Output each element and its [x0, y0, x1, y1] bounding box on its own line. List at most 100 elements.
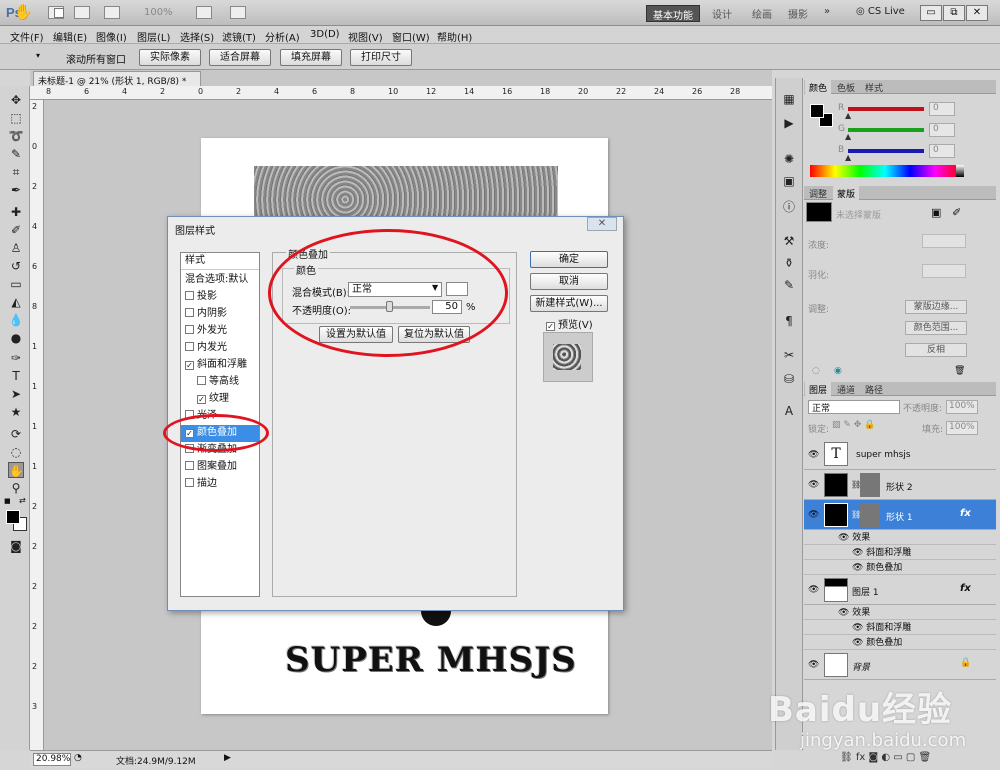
eye-icon[interactable]: 👁 [808, 510, 819, 520]
zoom-status-field[interactable]: 20.98% [33, 753, 71, 766]
menu-window[interactable]: 窗口(W) [392, 29, 430, 44]
info-panel-icon[interactable]: ⓘ [781, 198, 797, 214]
invert-button[interactable]: 反相 [905, 343, 967, 357]
tool-preset-dropdown-icon[interactable]: ▾ [36, 51, 40, 60]
paragraph-panel-icon[interactable]: ¶ [781, 314, 797, 330]
eye-icon[interactable]: 👁 [838, 608, 852, 618]
channel-slider[interactable] [848, 128, 924, 132]
eye-icon[interactable]: 👁 [808, 585, 819, 595]
hand-tool-icon[interactable]: ✋ [8, 462, 24, 478]
document-tab[interactable]: 未标题-1 @ 21% (形状 1, RGB/8) * × [33, 71, 201, 97]
mini-bridge-icon[interactable] [74, 6, 90, 19]
cancel-button[interactable]: 取消 [530, 273, 608, 290]
actions-panel-icon[interactable]: ▶ [781, 116, 797, 132]
3d-orbit-tool-icon[interactable]: ◌ [8, 444, 24, 460]
menu-analysis[interactable]: 分析(A) [265, 29, 300, 44]
style-item[interactable]: ✓ 斜面和浮雕 [181, 357, 259, 374]
style-checkbox[interactable] [197, 376, 206, 385]
delete-mask-icon[interactable]: 🗑 [954, 366, 965, 376]
pen-tool-icon[interactable]: ✑ [8, 350, 24, 366]
style-item[interactable]: 内阴影 [181, 306, 259, 323]
layer-opacity-input[interactable]: 100% [946, 400, 978, 414]
brushes-panel-icon[interactable]: ⚒ [781, 234, 797, 250]
3d-rotate-tool-icon[interactable]: ⟳ [8, 426, 24, 442]
shape-tool-icon[interactable]: ★ [8, 404, 24, 420]
menu-3d[interactable]: 3D(D) [310, 29, 340, 40]
eye-icon[interactable]: 👁 [852, 548, 866, 558]
blur-tool-icon[interactable]: 💧 [8, 312, 24, 328]
tab-color[interactable]: 颜色 [805, 80, 832, 94]
quick-select-tool-icon[interactable]: ✎ [8, 146, 24, 162]
style-checkbox[interactable] [185, 461, 194, 470]
channel-slider-handle[interactable]: ▲ [845, 111, 851, 120]
eye-icon[interactable]: 👁 [808, 450, 819, 460]
style-checkbox[interactable] [185, 325, 194, 334]
fill-screen-button[interactable]: 填充屏幕 [280, 49, 342, 66]
zoom-level[interactable]: 100% [144, 7, 173, 18]
workspace-more-button[interactable]: » [818, 5, 836, 22]
effect-row[interactable]: 👁 颜色叠加 [804, 635, 996, 650]
zoom-tool-icon[interactable]: ⚲ [8, 480, 24, 496]
cs-live-button[interactable]: ◎ CS Live [856, 6, 905, 17]
history-panel-icon[interactable]: ▦ [781, 92, 797, 108]
channel-slider[interactable] [848, 107, 924, 111]
workspace-photography-button[interactable]: 摄影 [782, 5, 814, 22]
fit-screen-button[interactable]: 适合屏幕 [209, 49, 271, 66]
menu-edit[interactable]: 编辑(E) [53, 29, 87, 44]
tab-adjustments[interactable]: 调整 [805, 186, 831, 200]
path-selection-tool-icon[interactable]: ➤ [8, 386, 24, 402]
color-panel-foreground[interactable] [810, 104, 824, 118]
style-checkbox[interactable] [185, 291, 194, 300]
eye-icon[interactable]: 👁 [808, 660, 819, 670]
density-input[interactable] [922, 234, 966, 248]
channel-value-input[interactable]: 0 [929, 144, 955, 158]
style-item[interactable]: 投影 [181, 289, 259, 306]
style-checkbox[interactable] [185, 342, 194, 351]
swap-colors-icon[interactable]: ⇄ [19, 496, 26, 505]
visibility-toggle-icon[interactable]: ◉ [834, 366, 842, 376]
new-style-button[interactable]: 新建样式(W)... [530, 295, 608, 312]
ok-button[interactable]: 确定 [530, 251, 608, 268]
menu-filter[interactable]: 滤镜(T) [222, 29, 256, 44]
fill-input[interactable]: 100% [946, 421, 978, 435]
tool-presets-panel-icon[interactable]: ✎ [781, 278, 797, 294]
tab-paths[interactable]: 路径 [861, 382, 887, 396]
crop-tool-icon[interactable]: ⌗ [8, 164, 24, 180]
paint-bucket-tool-icon[interactable]: ◭ [8, 294, 24, 310]
eye-icon[interactable]: 👁 [838, 533, 852, 543]
workspace-essentials-button[interactable]: 基本功能 [646, 5, 700, 22]
effect-row[interactable]: 👁 斜面和浮雕 [804, 620, 996, 635]
actual-pixels-button[interactable]: 实际像素 [139, 49, 201, 66]
view-extras-icon[interactable] [104, 6, 120, 19]
dialog-close-button[interactable]: ✕ [587, 217, 617, 231]
type-tool-icon[interactable]: T [8, 368, 24, 384]
marquee-tool-icon[interactable]: ⬚ [8, 110, 24, 126]
channel-slider-handle[interactable]: ▲ [845, 132, 851, 141]
quick-mask-icon[interactable]: ◙ [8, 538, 24, 554]
effects-row[interactable]: 👁 效果 [804, 605, 996, 620]
tab-styles[interactable]: 样式 [861, 80, 887, 94]
style-checkbox[interactable] [185, 478, 194, 487]
style-item[interactable]: ✓ 纹理 [181, 391, 259, 408]
styles-header[interactable]: 样式 [181, 253, 259, 270]
preview-checkbox[interactable]: ✓ [546, 322, 555, 331]
status-info-icon[interactable]: ◔ [74, 753, 82, 763]
style-item[interactable]: 等高线 [181, 374, 259, 391]
mask-edge-button[interactable]: 蒙版边缘... [905, 300, 967, 314]
character-panel-icon[interactable]: A [781, 404, 797, 420]
eye-icon[interactable]: 👁 [808, 480, 819, 490]
style-checkbox[interactable] [185, 308, 194, 317]
color-spectrum-grayscale[interactable] [956, 165, 964, 177]
status-menu-arrow-icon[interactable]: ▶ [224, 753, 231, 763]
3d-panel-icon[interactable]: ✺ [781, 152, 797, 168]
style-checkbox[interactable]: ✓ [197, 395, 206, 404]
tab-channels[interactable]: 通道 [833, 382, 859, 396]
scroll-all-windows-checkbox[interactable] [54, 8, 64, 18]
menu-image[interactable]: 图像(I) [96, 29, 127, 44]
eraser-tool-icon[interactable]: ▭ [8, 276, 24, 292]
workspace-painting-button[interactable]: 绘画 [746, 5, 778, 22]
eye-icon[interactable]: 👁 [852, 563, 866, 573]
style-checkbox[interactable]: ✓ [185, 361, 194, 370]
arrange-documents-icon[interactable] [196, 6, 212, 19]
menu-select[interactable]: 选择(S) [180, 29, 214, 44]
